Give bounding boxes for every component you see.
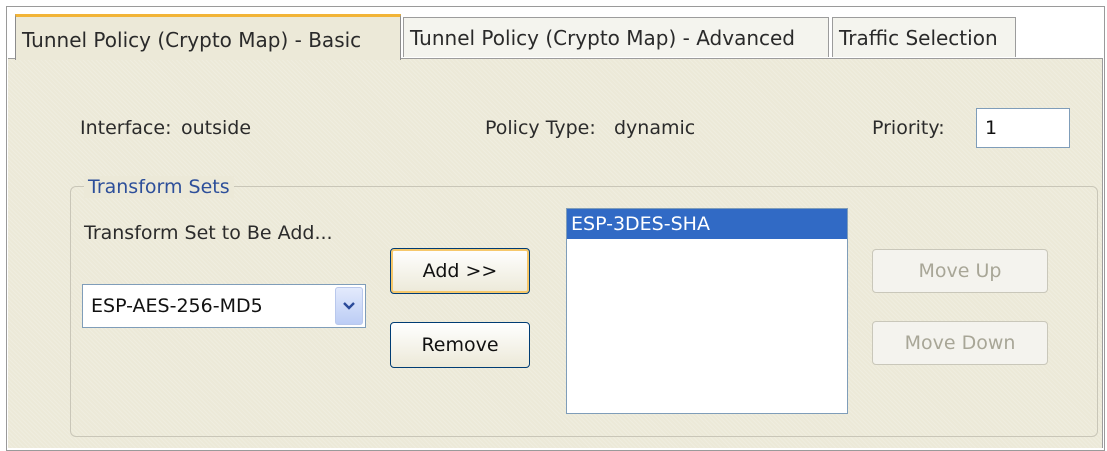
move-up-button: Move Up [872, 249, 1048, 293]
tab-advanced[interactable]: Tunnel Policy (Crypto Map) - Advanced [403, 17, 829, 57]
tab-traffic-selection[interactable]: Traffic Selection [832, 17, 1016, 57]
priority-label: Priority: [872, 117, 945, 139]
tab-basic[interactable]: Tunnel Policy (Crypto Map) - Basic [15, 14, 401, 60]
transform-set-list[interactable]: ESP-3DES-SHA [566, 208, 848, 414]
policy-type-label: Policy Type: [485, 117, 596, 139]
remove-button[interactable]: Remove [390, 322, 530, 368]
transform-sets-title: Transform Sets [84, 176, 234, 198]
chevron-down-icon[interactable] [335, 287, 363, 325]
interface-label: Interface: [80, 117, 172, 139]
move-down-button: Move Down [872, 321, 1048, 365]
transform-set-to-add-label: Transform Set to Be Add... [84, 222, 333, 244]
interface-value: outside [181, 117, 252, 139]
transform-set-select[interactable]: ESP-AES-256-MD5 [82, 284, 366, 328]
list-item[interactable]: ESP-3DES-SHA [567, 209, 847, 239]
priority-input[interactable] [976, 108, 1070, 148]
policy-type-value: dynamic [614, 117, 696, 139]
add-button[interactable]: Add >> [390, 248, 530, 294]
transform-set-select-value: ESP-AES-256-MD5 [91, 295, 263, 317]
